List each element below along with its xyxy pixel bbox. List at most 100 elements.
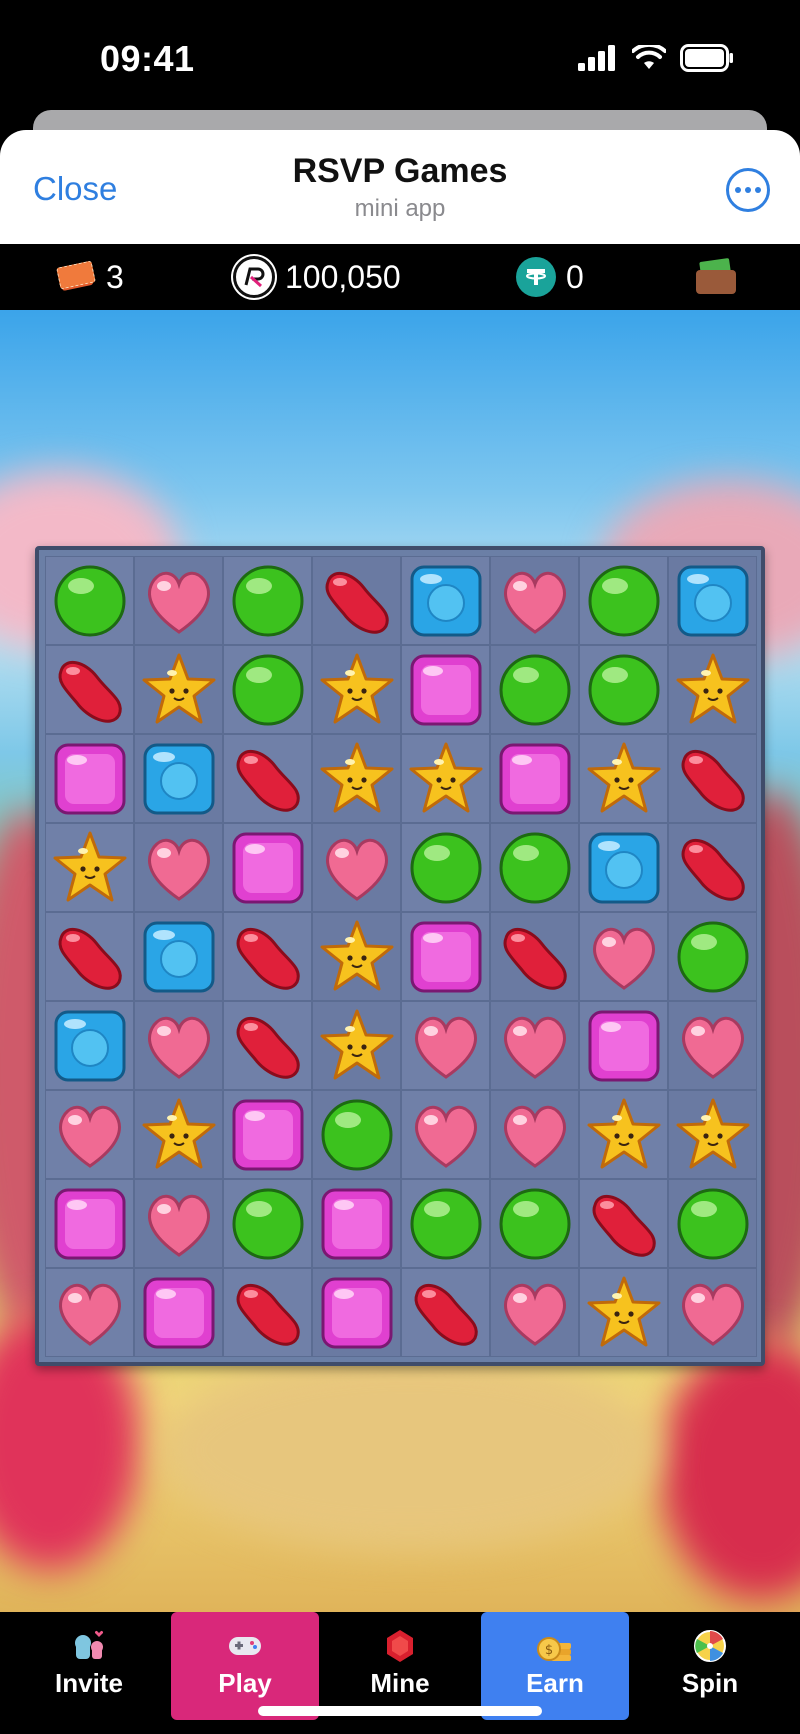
grid-cell[interactable] (579, 823, 668, 912)
candy-star-icon[interactable] (585, 1274, 663, 1352)
candy-green-icon[interactable] (585, 651, 663, 729)
candy-heart-icon[interactable] (407, 1096, 485, 1174)
candy-star-icon[interactable] (674, 651, 752, 729)
grid-cell[interactable] (401, 912, 490, 1001)
grid-cell[interactable] (45, 734, 134, 823)
grid-cell[interactable] (223, 1179, 312, 1268)
candy-green-icon[interactable] (229, 562, 307, 640)
grid-cell[interactable] (134, 1001, 223, 1090)
candy-star-icon[interactable] (318, 651, 396, 729)
grid-cell[interactable] (312, 734, 401, 823)
grid-cell[interactable] (223, 823, 312, 912)
candy-heart-icon[interactable] (140, 1185, 218, 1263)
candy-pink-icon[interactable] (496, 740, 574, 818)
grid-cell[interactable] (312, 645, 401, 734)
more-options-button[interactable] (726, 168, 770, 212)
grid-cell[interactable] (490, 1268, 579, 1357)
grid-cell[interactable] (579, 734, 668, 823)
grid-cell[interactable] (134, 556, 223, 645)
grid-cell[interactable] (223, 912, 312, 1001)
nav-earn[interactable]: $ Earn (481, 1612, 629, 1720)
grid-cell[interactable] (668, 1179, 757, 1268)
grid-cell[interactable] (45, 1268, 134, 1357)
candy-bean-icon[interactable] (674, 829, 752, 907)
candy-heart-icon[interactable] (407, 1007, 485, 1085)
candy-heart-icon[interactable] (674, 1007, 752, 1085)
candy-heart-icon[interactable] (585, 918, 663, 996)
candy-heart-icon[interactable] (140, 562, 218, 640)
grid-cell[interactable] (579, 912, 668, 1001)
candy-blue-icon[interactable] (407, 562, 485, 640)
candy-pink-icon[interactable] (318, 1274, 396, 1352)
grid-cell[interactable] (45, 912, 134, 1001)
candy-green-icon[interactable] (585, 562, 663, 640)
points-counter[interactable]: 100,050 (233, 244, 401, 310)
grid-cell[interactable] (223, 734, 312, 823)
candy-pink-icon[interactable] (585, 1007, 663, 1085)
grid-cell[interactable] (401, 1179, 490, 1268)
grid-cell[interactable] (490, 734, 579, 823)
candy-green-icon[interactable] (496, 1185, 574, 1263)
grid-cell[interactable] (579, 556, 668, 645)
candy-heart-icon[interactable] (674, 1274, 752, 1352)
grid-cell[interactable] (668, 645, 757, 734)
grid-cell[interactable] (668, 1090, 757, 1179)
grid-cell[interactable] (223, 1268, 312, 1357)
grid-cell[interactable] (579, 1090, 668, 1179)
grid-cell[interactable] (579, 1001, 668, 1090)
candy-bean-icon[interactable] (229, 740, 307, 818)
candy-green-icon[interactable] (496, 651, 574, 729)
candy-pink-icon[interactable] (318, 1185, 396, 1263)
grid-cell[interactable] (45, 556, 134, 645)
grid-cell[interactable] (668, 556, 757, 645)
grid-cell[interactable] (312, 912, 401, 1001)
candy-pink-icon[interactable] (229, 1096, 307, 1174)
candy-star-icon[interactable] (585, 740, 663, 818)
grid-cell[interactable] (668, 823, 757, 912)
grid-cell[interactable] (223, 1001, 312, 1090)
candy-star-icon[interactable] (318, 740, 396, 818)
candy-heart-icon[interactable] (496, 1096, 574, 1174)
candy-blue-icon[interactable] (140, 918, 218, 996)
candy-star-icon[interactable] (140, 1096, 218, 1174)
grid-cell[interactable] (223, 1090, 312, 1179)
grid-cell[interactable] (134, 1179, 223, 1268)
grid-cell[interactable] (312, 1001, 401, 1090)
grid-cell[interactable] (312, 556, 401, 645)
candy-green-icon[interactable] (229, 651, 307, 729)
candy-blue-icon[interactable] (140, 740, 218, 818)
candy-bean-icon[interactable] (585, 1185, 663, 1263)
candy-blue-icon[interactable] (674, 562, 752, 640)
candy-bean-icon[interactable] (407, 1274, 485, 1352)
candy-heart-icon[interactable] (318, 829, 396, 907)
candy-heart-icon[interactable] (496, 1007, 574, 1085)
grid-cell[interactable] (579, 1179, 668, 1268)
candy-star-icon[interactable] (585, 1096, 663, 1174)
nav-mine[interactable]: Mine (326, 1612, 474, 1720)
grid-cell[interactable] (401, 823, 490, 912)
grid-cell[interactable] (401, 734, 490, 823)
grid-cell[interactable] (490, 1179, 579, 1268)
grid-cell[interactable] (490, 1090, 579, 1179)
candy-bean-icon[interactable] (51, 918, 129, 996)
candy-star-icon[interactable] (318, 918, 396, 996)
candy-heart-icon[interactable] (140, 829, 218, 907)
candy-pink-icon[interactable] (229, 829, 307, 907)
candy-blue-icon[interactable] (51, 1007, 129, 1085)
nav-play[interactable]: Play (171, 1612, 319, 1720)
candy-green-icon[interactable] (674, 918, 752, 996)
grid-cell[interactable] (134, 1268, 223, 1357)
candy-heart-icon[interactable] (496, 1274, 574, 1352)
usdt-counter[interactable]: 0 (516, 244, 584, 310)
candy-star-icon[interactable] (674, 1096, 752, 1174)
grid-cell[interactable] (401, 556, 490, 645)
grid-cell[interactable] (134, 1090, 223, 1179)
grid-cell[interactable] (312, 1268, 401, 1357)
candy-bean-icon[interactable] (229, 1007, 307, 1085)
candy-green-icon[interactable] (407, 829, 485, 907)
candy-heart-icon[interactable] (51, 1096, 129, 1174)
grid-cell[interactable] (134, 823, 223, 912)
candy-bean-icon[interactable] (318, 562, 396, 640)
candy-pink-icon[interactable] (407, 918, 485, 996)
grid-cell[interactable] (668, 734, 757, 823)
